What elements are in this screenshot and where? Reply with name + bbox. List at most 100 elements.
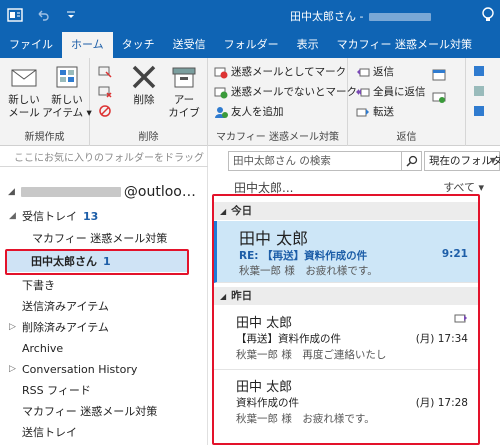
ribbon-group-mcafee-label: マカフィー 迷惑メール対策 bbox=[216, 132, 339, 143]
cleanup-icon bbox=[98, 86, 112, 98]
group-header-yesterday[interactable]: ◢ 昨日 bbox=[214, 287, 478, 305]
quick-access-toolbar bbox=[6, 6, 80, 24]
folder-label: 受信トレイ bbox=[22, 210, 77, 223]
undo-icon[interactable] bbox=[34, 6, 52, 24]
reply-button[interactable]: 返信 bbox=[356, 64, 394, 79]
im-button[interactable] bbox=[432, 90, 446, 104]
customize-toolbar-icon[interactable] bbox=[62, 6, 80, 24]
message-list-pane: 田中太郎さん の検索 現在のフォルダー▼ 田中太郎... すべて ▾ ◢ 今日 田… bbox=[212, 146, 500, 445]
folder-outbox[interactable]: 送信トレイ bbox=[0, 422, 208, 443]
account-domain: @outloo… bbox=[123, 184, 196, 200]
forward-button[interactable]: 転送 bbox=[356, 104, 394, 119]
delete-button[interactable]: 削除 bbox=[128, 62, 160, 107]
search-input[interactable]: 田中太郎さん の検索 bbox=[228, 151, 402, 171]
message-sender: 田中 太郎 bbox=[236, 380, 293, 395]
ribbon-group-new-label: 新規作成 bbox=[24, 132, 65, 143]
ignore-icon bbox=[98, 66, 112, 78]
folder-label: 送信トレイ bbox=[22, 426, 77, 439]
new-mail-button[interactable]: 新しい メール bbox=[6, 62, 42, 120]
search-button[interactable] bbox=[402, 151, 422, 171]
message-preview: 秋葉一郎 様 お疲れ様です。 bbox=[236, 413, 375, 425]
folder-label: マカフィー 迷惑メール対策 bbox=[22, 405, 158, 418]
list-owner-label: 田中太郎... bbox=[234, 181, 294, 195]
archive-button[interactable]: アー カイブ bbox=[166, 62, 202, 120]
tab-file[interactable]: ファイル bbox=[0, 32, 62, 58]
lightbulb-icon[interactable] bbox=[480, 6, 496, 27]
folder-label: RSS フィード bbox=[22, 384, 91, 397]
reply-all-icon bbox=[356, 88, 370, 96]
favorites-divider bbox=[0, 166, 208, 167]
folder-archive[interactable]: Archive bbox=[0, 338, 208, 359]
meeting-button[interactable] bbox=[432, 68, 446, 82]
search-scope-dropdown[interactable]: 現在のフォルダー▼ bbox=[424, 151, 500, 171]
collapse-triangle-icon[interactable]: ◢ bbox=[8, 187, 15, 197]
quick-step-2[interactable] bbox=[472, 84, 486, 98]
forward-icon bbox=[356, 108, 369, 116]
collapse-triangle-icon[interactable]: ◢ bbox=[9, 206, 16, 227]
folder-drafts[interactable]: 下書き bbox=[0, 275, 208, 296]
folder-inbox[interactable]: ◢ 受信トレイ 13 bbox=[0, 206, 208, 227]
collapse-triangle-icon[interactable]: ◢ bbox=[220, 207, 226, 216]
message-subject: 【再送】資料作成の件 bbox=[236, 333, 341, 345]
quick-step-icon bbox=[474, 106, 484, 116]
message-row[interactable]: 田中 太郎 資料作成の件 (月) 17:28 秋葉一郎 様 お疲れ様です。 bbox=[214, 370, 478, 434]
tab-mcafee[interactable]: マカフィー 迷惑メール対策 bbox=[328, 32, 481, 58]
quick-step-icon bbox=[474, 86, 484, 96]
filter-dropdown[interactable]: すべて ▾ bbox=[443, 179, 484, 195]
tab-view[interactable]: 表示 bbox=[288, 32, 328, 58]
add-friend-button[interactable]: 友人を追加 bbox=[214, 104, 284, 119]
ribbon-group-delete-label: 削除 bbox=[138, 132, 159, 143]
folder-label: Conversation History bbox=[22, 363, 138, 376]
message-subject: RE: 【再送】資料作成の件 bbox=[239, 250, 368, 262]
folder-mcafee-spam-sub[interactable]: マカフィー 迷惑メール対策 bbox=[0, 228, 208, 249]
outlook-app-icon[interactable] bbox=[6, 6, 24, 24]
folder-label: Archive bbox=[22, 342, 64, 355]
search-icon bbox=[405, 155, 417, 167]
forward-label: 転送 bbox=[373, 106, 394, 118]
junk-button[interactable] bbox=[98, 104, 112, 118]
delete-label: 削除 bbox=[133, 94, 155, 106]
new-items-button[interactable]: 新しい アイテム ▾ bbox=[42, 62, 92, 120]
folder-deleted[interactable]: ▷ 削除済みアイテム bbox=[0, 317, 208, 338]
ribbon-group-reply: 返信 全員に返信 転送 返信 bbox=[348, 58, 466, 146]
cleanup-button[interactable] bbox=[98, 84, 112, 98]
ribbon-group-new: 新しい メール 新しい アイテム ▾ 新規作成 bbox=[0, 58, 92, 146]
group-header-label: 昨日 bbox=[231, 290, 253, 302]
redacted-address bbox=[369, 13, 432, 21]
ribbon-tab-bar: ファイル ホーム タッチ 送受信 フォルダー 表示 マカフィー 迷惑メール対策 bbox=[0, 30, 500, 58]
message-preview: 秋葉一郎 様 お疲れ様です。 bbox=[239, 265, 378, 277]
mark-not-spam-button[interactable]: 迷惑メールでないとマーク bbox=[214, 84, 357, 99]
chevron-down-icon: ▼ bbox=[489, 156, 496, 165]
mark-as-spam-button[interactable]: 迷惑メールとしてマーク bbox=[214, 64, 346, 79]
ignore-button[interactable] bbox=[98, 64, 112, 78]
message-row-selected[interactable]: 田中 太郎 RE: 【再送】資料作成の件 9:21 秋葉一郎 様 お疲れ様です。 bbox=[214, 221, 478, 283]
quick-step-3[interactable] bbox=[472, 104, 486, 118]
message-sender: 田中 太郎 bbox=[239, 229, 309, 248]
favorites-drop-hint: ここにお気に入りのフォルダーをドラッグしま bbox=[14, 153, 204, 164]
window-title: 田中太郎さん - bbox=[290, 8, 432, 24]
spam-mark-icon bbox=[214, 67, 228, 78]
expand-triangle-icon[interactable]: ▷ bbox=[9, 359, 16, 380]
folder-rss[interactable]: RSS フィード bbox=[0, 380, 208, 401]
reply-all-button[interactable]: 全員に返信 bbox=[356, 84, 426, 99]
mark-as-spam-label: 迷惑メールとしてマーク bbox=[231, 66, 347, 78]
tab-folder[interactable]: フォルダー bbox=[215, 32, 288, 58]
folder-mcafee-spam[interactable]: マカフィー 迷惑メール対策 bbox=[0, 401, 208, 422]
tab-touch[interactable]: タッチ bbox=[113, 32, 164, 58]
message-time: 9:21 bbox=[441, 248, 468, 260]
meeting-icon bbox=[432, 69, 446, 81]
message-time: (月) 17:28 bbox=[415, 397, 468, 409]
tab-send-receive[interactable]: 送受信 bbox=[164, 32, 215, 58]
group-header-today[interactable]: ◢ 今日 bbox=[214, 202, 478, 220]
reply-all-label: 全員に返信 bbox=[373, 86, 426, 98]
quick-step-1[interactable] bbox=[472, 64, 486, 78]
collapse-triangle-icon[interactable]: ◢ bbox=[220, 292, 226, 301]
tab-home[interactable]: ホーム bbox=[62, 32, 113, 58]
folder-conversation-history[interactable]: ▷ Conversation History bbox=[0, 359, 208, 380]
expand-triangle-icon[interactable]: ▷ bbox=[9, 317, 16, 338]
account-header[interactable]: ◢ @outloo… bbox=[8, 184, 196, 200]
message-row[interactable]: 田中 太郎 【再送】資料作成の件 (月) 17:34 秋葉一郎 様 再度ご連絡い… bbox=[214, 306, 478, 370]
new-mail-label: 新しい メール bbox=[8, 94, 40, 119]
quick-step-icon bbox=[474, 66, 484, 76]
folder-sent[interactable]: 送信済みアイテム bbox=[0, 296, 208, 317]
